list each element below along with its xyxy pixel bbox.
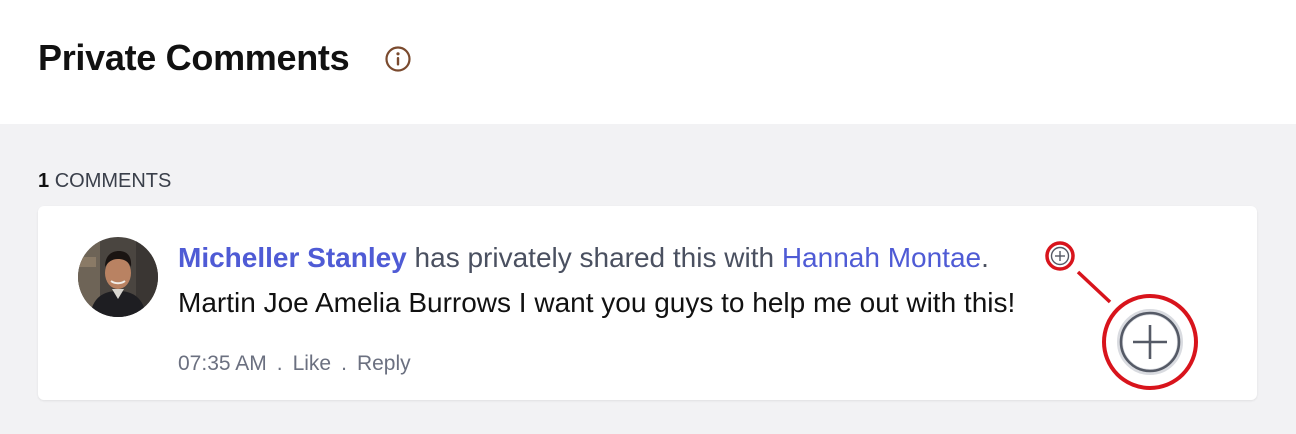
comment-header: Micheller Stanley has privately shared t… — [178, 239, 989, 277]
reply-button[interactable]: Reply — [357, 352, 411, 375]
like-button[interactable]: Like — [293, 352, 332, 375]
add-reaction-icon[interactable] — [1045, 241, 1075, 271]
comment-body: Martin Joe Amelia Burrows I want you guy… — [178, 287, 1016, 318]
add-reaction-zoom-icon — [1102, 294, 1198, 390]
user-avatar[interactable] — [78, 237, 158, 317]
comment-recipient-link[interactable]: Hannah Montae — [782, 242, 981, 273]
comments-count: 1 COMMENTS — [38, 168, 171, 194]
page-title: Private Comments — [38, 37, 350, 78]
comments-count-label: COMMENTS — [54, 170, 172, 192]
comment-meta: 07:35 AM. Like. Reply — [178, 350, 411, 378]
comments-count-number: 1 — [38, 170, 50, 192]
info-icon[interactable] — [384, 45, 412, 73]
comment-end-punct: . — [981, 242, 989, 273]
comment-time: 07:35 AM — [178, 352, 267, 375]
comment-card: Micheller Stanley has privately shared t… — [38, 206, 1257, 400]
page-header: Private Comments — [0, 0, 1296, 124]
meta-separator: . — [276, 352, 283, 375]
comment-action-text: has privately shared this with — [406, 242, 782, 273]
meta-separator: . — [341, 352, 347, 375]
comment-author-link[interactable]: Micheller Stanley — [178, 242, 407, 273]
